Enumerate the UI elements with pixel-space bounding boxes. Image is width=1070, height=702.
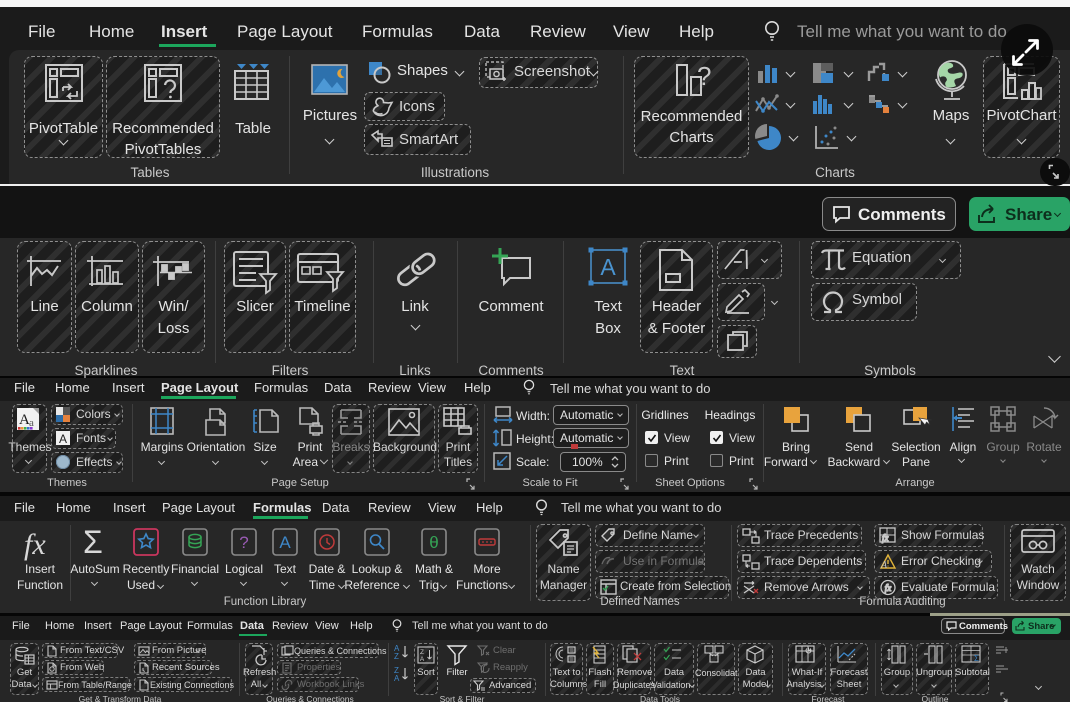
svg-text:fx: fx <box>882 533 889 543</box>
svg-text:?: ? <box>239 533 248 552</box>
svg-text:Z: Z <box>394 652 399 661</box>
svg-text:Σ: Σ <box>974 654 979 663</box>
svg-text:?: ? <box>697 61 711 91</box>
svg-text:A: A <box>279 533 291 552</box>
svg-text:A: A <box>394 674 400 683</box>
svg-text:A: A <box>59 432 67 446</box>
svg-text:A: A <box>420 656 425 663</box>
svg-text:Σ: Σ <box>83 524 103 560</box>
svg-text:fx: fx <box>24 528 46 561</box>
svg-text:Z: Z <box>420 649 424 656</box>
svg-text:A: A <box>600 254 616 280</box>
svg-text:θ: θ <box>429 533 438 552</box>
svg-text:fx: fx <box>885 583 892 593</box>
svg-text:A: A <box>880 560 888 571</box>
